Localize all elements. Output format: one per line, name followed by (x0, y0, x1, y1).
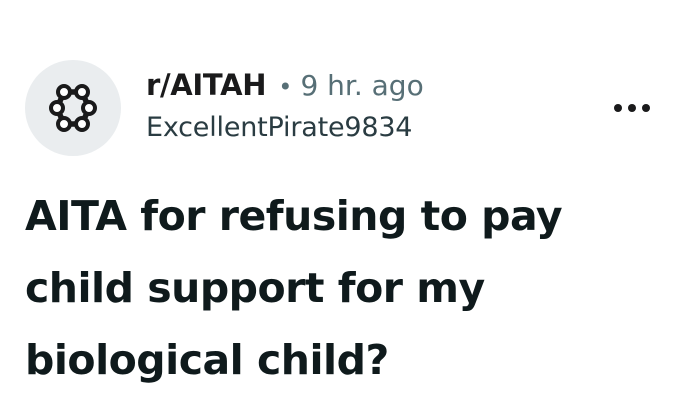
menu-dot (642, 104, 650, 112)
post-timestamp: 9 hr. ago (300, 69, 424, 102)
subreddit-avatar[interactable] (25, 60, 121, 156)
post-meta-line: r/AITAH • 9 hr. ago (146, 68, 424, 108)
author-link[interactable]: ExcellentPirate9834 (146, 112, 424, 143)
more-options-icon[interactable] (604, 92, 660, 124)
subreddit-ring-icon (49, 84, 97, 132)
meta-separator: • (278, 73, 293, 101)
post-title[interactable]: AITA for refusing to pay child support f… (25, 180, 665, 396)
post-meta: r/AITAH • 9 hr. ago ExcellentPirate9834 (146, 68, 424, 143)
menu-dot (628, 104, 636, 112)
post-header: r/AITAH • 9 hr. ago ExcellentPirate9834 (25, 60, 697, 160)
subreddit-link[interactable]: r/AITAH (146, 68, 267, 102)
menu-dot (614, 104, 622, 112)
